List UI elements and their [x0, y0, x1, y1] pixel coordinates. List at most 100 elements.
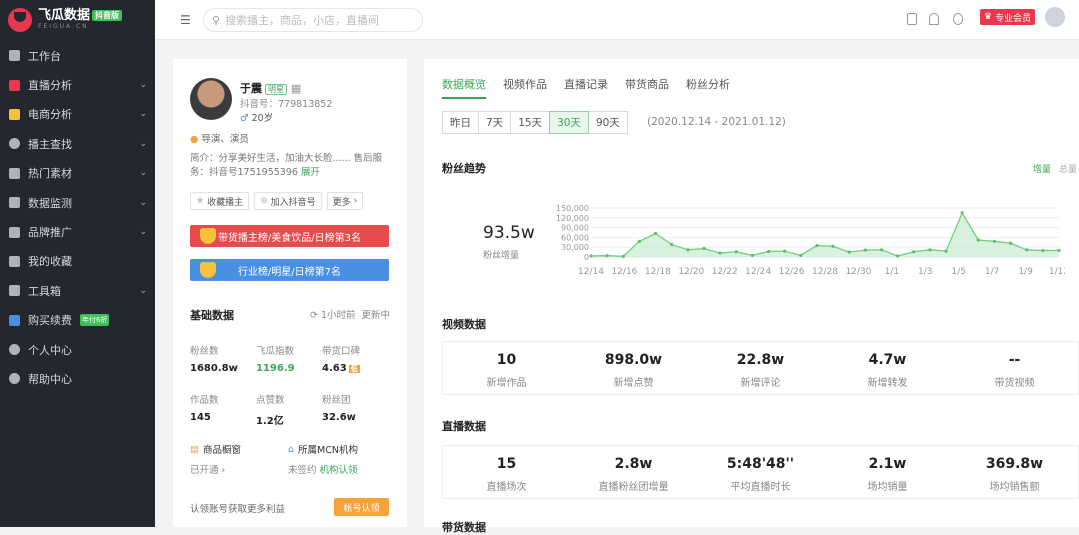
metric-value: 2.8w	[614, 456, 653, 472]
menu-toggle-icon[interactable]: ☰	[180, 13, 191, 27]
rank-banner-goods[interactable]: 带货播主榜/美食饮品/日榜第3名	[190, 225, 389, 247]
data-point	[605, 254, 609, 258]
data-point	[847, 250, 851, 254]
stat-label: 带货口碑	[322, 346, 361, 357]
version-badge[interactable]: 抖音版	[92, 10, 123, 21]
sidebar-item-toolbox[interactable]: 工具箱 ⌄	[0, 276, 155, 305]
stat-label: 粉丝团	[322, 395, 351, 406]
sidebar-item-profile[interactable]: 个人中心	[0, 335, 155, 364]
vip-badge[interactable]: ♛ 专业会员	[980, 9, 1036, 25]
profile-intro: 简介：分享美好生活，加油大长脸...... 售后服务：抖音号1751955396…	[190, 152, 390, 180]
stat-reputation: 带货口碑 4.63 低	[322, 343, 360, 374]
rank-banner-industry[interactable]: 行业榜/明星/日榜第7名	[190, 259, 389, 281]
metric-fanclub-increment: 2.8w 直播粉丝团增量	[570, 446, 697, 498]
chevron-down-icon: ⌄	[139, 285, 147, 296]
sidebar-item-ecommerce[interactable]: 电商分析 ⌄	[0, 100, 155, 129]
goods-data-title: 带货数据	[442, 521, 486, 534]
x-tick-label: 12/14	[578, 267, 604, 277]
sidebar-item-label: 购买续费	[28, 314, 72, 328]
more-button[interactable]: 更多 ›	[326, 192, 364, 210]
tab-overview[interactable]: 数据概览	[442, 76, 486, 99]
stat-fan-club: 粉丝团 32.6w	[322, 392, 356, 423]
range-7d[interactable]: 7天	[478, 111, 512, 134]
stat-label: 粉丝数	[190, 346, 219, 357]
tab-live-records[interactable]: 直播记录	[564, 76, 608, 99]
metric-new-works: 10 新增作品	[443, 342, 570, 394]
main-panel: 数据概览 视频作品 直播记录 带货商品 粉丝分析 昨日 7天 15天 30天 9…	[424, 59, 1079, 534]
legend-increment[interactable]: 增量	[1033, 165, 1051, 175]
data-point	[1008, 241, 1013, 245]
data-point	[896, 254, 900, 258]
claim-text: 认领账号获取更多利益	[190, 504, 286, 515]
sidebar-item-hot-material[interactable]: 热门素材 ⌄	[0, 159, 155, 188]
basic-data-title: 基础数据	[190, 309, 234, 322]
metric-value: 10	[496, 352, 517, 368]
mcn-claim-link[interactable]: 机构认领	[320, 465, 358, 476]
qrcode-icon[interactable]: ▦	[291, 82, 301, 95]
live-data-title: 直播数据	[442, 420, 486, 433]
claim-button[interactable]: 帐号认领	[334, 498, 389, 516]
intro-expand-link[interactable]: 展开	[301, 167, 320, 178]
data-point	[653, 231, 658, 236]
headset-icon[interactable]	[953, 13, 963, 25]
sidebar-item-monitoring[interactable]: 数据监测 ⌄	[0, 188, 155, 217]
range-30d[interactable]: 30天	[549, 111, 589, 134]
collect-button[interactable]: ★ 收藏播主	[190, 192, 250, 210]
legend-total[interactable]: 总量	[1059, 165, 1077, 175]
x-tick-label: 12/26	[779, 267, 805, 277]
bell-icon[interactable]	[929, 13, 939, 25]
x-tick-label: 12/30	[845, 267, 871, 277]
metric-value: 4.7w	[868, 352, 907, 368]
data-point	[621, 254, 625, 258]
mobile-icon[interactable]	[907, 13, 917, 25]
sidebar-item-favorites[interactable]: 我的收藏	[0, 247, 155, 276]
stat-likes: 点赞数 1.2亿	[256, 392, 285, 427]
range-15d[interactable]: 15天	[510, 111, 551, 134]
sidebar-item-purchase[interactable]: 购买续费 年付6折	[0, 306, 155, 335]
chevron-down-icon: ⌄	[139, 138, 147, 149]
data-point	[1057, 248, 1061, 253]
x-tick-label: 1/3	[918, 267, 932, 277]
metric-live-sessions: 15 直播场次	[443, 446, 570, 498]
metric-label: 带货视频	[994, 378, 1035, 389]
intro-text: 简介：分享美好生活，加油大长脸...... 售后服务：抖音号1751955396	[190, 153, 383, 178]
range-90d[interactable]: 90天	[587, 111, 628, 134]
sidebar-item-find-streamer[interactable]: 播主查找 ⌄	[0, 129, 155, 158]
stat-works: 作品数 145	[190, 392, 219, 423]
x-tick-label: 12/16	[611, 267, 637, 277]
mcn-org: ⌂ 所属MCN机构 未签约 机构认领	[288, 442, 358, 477]
y-tick-label: 30,000	[561, 243, 589, 252]
brand-logo[interactable]: 飞瓜数据 抖音版 FEIGUA.CN	[0, 0, 155, 40]
tab-videos[interactable]: 视频作品	[503, 76, 547, 99]
metric-value: --	[1008, 352, 1021, 368]
shop-window[interactable]: ▤ 商品橱窗 已开通 ›	[190, 442, 241, 477]
tab-fans[interactable]: 粉丝分析	[686, 76, 730, 99]
date-range-selector: 昨日 7天 15天 30天 90天	[442, 111, 628, 134]
avatar[interactable]	[1045, 7, 1065, 27]
x-tick-label: 12/18	[645, 267, 671, 277]
x-tick-label: 12/22	[712, 267, 738, 277]
chevron-down-icon: ⌄	[139, 168, 147, 179]
metric-avg-sales: 2.1w 场均销量	[824, 446, 951, 498]
brand-title: 飞瓜数据	[38, 8, 91, 23]
brand-subtitle: FEIGUA.CN	[38, 23, 89, 30]
sidebar-item-brand-promo[interactable]: 品牌推广 ⌄	[0, 217, 155, 246]
tab-goods[interactable]: 带货商品	[625, 76, 669, 99]
update-link[interactable]: 更新中	[361, 310, 390, 321]
add-account-button[interactable]: ⊕ 加入抖音号	[254, 192, 322, 210]
stat-label: 点赞数	[256, 395, 285, 406]
chevron-down-icon: ⌄	[139, 227, 147, 238]
age-row: ♂ 20岁	[240, 110, 273, 124]
profile-age: 20岁	[251, 113, 274, 124]
metric-avg-duration: 5:48'48'' 平均直播时长	[697, 446, 824, 498]
sidebar-item-workbench[interactable]: 工作台	[0, 41, 155, 70]
sidebar-item-help[interactable]: 帮助中心	[0, 364, 155, 393]
search-input[interactable]: ⚲ 搜索播主，商品，小店，直播间	[203, 8, 423, 32]
fan-trend-chart[interactable]: 150,000120,00090,00060,00030,0000 12/14 12…	[545, 199, 1065, 283]
metric-label: 平均直播时长	[730, 482, 791, 493]
home-icon	[9, 50, 20, 62]
sidebar-item-live-analysis[interactable]: 直播分析 ⌄	[0, 70, 155, 99]
range-yesterday[interactable]: 昨日	[442, 111, 479, 134]
chevron-right-icon: ›	[353, 196, 358, 206]
refresh-icon[interactable]: ⟳	[310, 310, 318, 321]
